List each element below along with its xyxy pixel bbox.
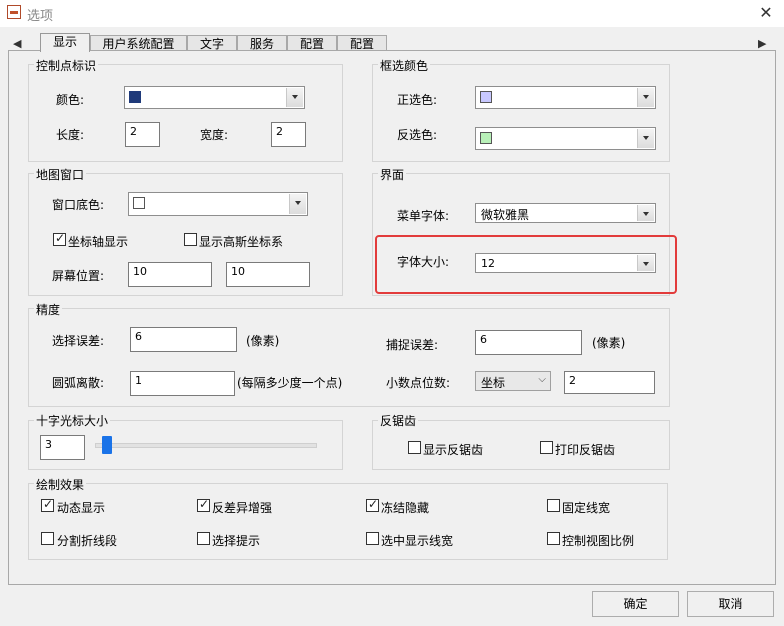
show-selected-linewidth-checkbox[interactable] xyxy=(366,532,379,545)
freeze-hide-checkbox[interactable] xyxy=(366,497,379,512)
selection-color-title: 框选颜色 xyxy=(378,57,431,74)
control-points-group xyxy=(28,64,343,162)
axis-display-label: 坐标轴显示 xyxy=(68,235,129,249)
tab-config[interactable]: 配置 xyxy=(287,35,337,51)
forward-color-combo[interactable] xyxy=(475,86,656,109)
menu-font-value: 微软雅黑 xyxy=(481,208,530,222)
tab-display[interactable]: 显示 xyxy=(40,33,90,52)
arc-discrete-label: 圆弧离散: xyxy=(52,376,105,390)
reverse-color-swatch xyxy=(480,132,492,144)
length-label: 长度: xyxy=(56,128,85,142)
tab-config-2[interactable]: 配置 xyxy=(337,35,387,51)
reverse-color-combo[interactable] xyxy=(475,127,656,150)
gauss-display-label: 显示高斯坐标系 xyxy=(199,235,284,249)
font-size-label: 字体大小: xyxy=(397,255,450,269)
contrast-enhance-label: 反差异增强 xyxy=(212,501,273,515)
ok-button[interactable]: 确定 xyxy=(592,591,679,617)
screen-x-input[interactable]: 10 xyxy=(128,262,212,287)
length-input[interactable]: 2 xyxy=(125,122,160,147)
precision-title: 精度 xyxy=(34,301,63,318)
chevron-down-icon[interactable] xyxy=(637,205,654,221)
control-view-scale-checkbox[interactable] xyxy=(547,532,560,545)
forward-color-label: 正选色: xyxy=(397,93,438,107)
color-label: 颜色: xyxy=(56,93,85,107)
crosshair-size-input[interactable]: 3 xyxy=(40,435,85,460)
chevron-down-icon[interactable] xyxy=(637,255,654,271)
select-hint-checkbox[interactable] xyxy=(197,532,210,545)
font-size-value: 12 xyxy=(481,257,495,270)
window-title: 选项 xyxy=(27,9,54,24)
dynamic-display-checkbox[interactable] xyxy=(41,497,54,512)
app-icon xyxy=(7,5,21,19)
title-bar: 选项 ✕ xyxy=(0,0,784,27)
show-selected-linewidth-label: 选中显示线宽 xyxy=(381,534,454,548)
tab-text[interactable]: 文字 xyxy=(187,35,237,51)
forward-color-swatch xyxy=(480,91,492,103)
crosshair-slider-thumb[interactable] xyxy=(102,436,112,454)
snap-tolerance-label: 捕捉误差: xyxy=(386,338,439,352)
dynamic-display-label: 动态显示 xyxy=(57,501,106,515)
decimals-label: 小数点位数: xyxy=(386,376,451,390)
reverse-color-label: 反选色: xyxy=(397,128,438,142)
control-view-scale-label: 控制视图比例 xyxy=(562,534,635,548)
arc-discrete-input[interactable]: 1 xyxy=(130,371,235,396)
window-bg-label: 窗口底色: xyxy=(52,198,105,212)
display-antialias-checkbox[interactable] xyxy=(408,441,421,454)
contrast-enhance-checkbox[interactable] xyxy=(197,497,210,512)
select-tolerance-input[interactable]: 6 xyxy=(130,327,237,352)
close-button[interactable]: ✕ xyxy=(752,2,780,24)
tab-user-system-config[interactable]: 用户系统配置 xyxy=(90,35,187,51)
decimals-mode-combo[interactable]: 坐标 ⌵ xyxy=(475,371,551,391)
menu-font-combo[interactable]: 微软雅黑 xyxy=(475,203,656,223)
window-bg-swatch xyxy=(133,197,145,209)
print-antialias-label: 打印反锯齿 xyxy=(555,443,616,457)
split-polyline-checkbox[interactable] xyxy=(41,532,54,545)
chevron-down-icon[interactable] xyxy=(637,88,654,107)
menu-font-label: 菜单字体: xyxy=(397,209,450,223)
antialias-title: 反锯齿 xyxy=(378,412,419,429)
arc-discrete-unit: (每隔多少度一个点) xyxy=(237,376,343,390)
control-points-title: 控制点标识 xyxy=(34,57,99,74)
snap-tolerance-input[interactable]: 6 xyxy=(475,330,582,355)
snap-tolerance-unit: (像素) xyxy=(592,336,626,350)
chevron-down-icon: ⌵ xyxy=(538,374,546,385)
draw-effects-title: 绘制效果 xyxy=(34,476,87,493)
split-polyline-label: 分割折线段 xyxy=(57,534,118,548)
tab-services[interactable]: 服务 xyxy=(237,35,287,51)
gauss-display-checkbox[interactable] xyxy=(184,233,197,246)
font-size-combo[interactable]: 12 xyxy=(475,253,656,273)
color-combo[interactable] xyxy=(124,86,305,109)
window-bg-combo[interactable] xyxy=(128,192,308,216)
interface-title: 界面 xyxy=(378,166,407,183)
axis-display-checkbox[interactable] xyxy=(53,231,66,246)
print-antialias-checkbox[interactable] xyxy=(540,441,553,454)
select-tolerance-label: 选择误差: xyxy=(52,334,105,348)
chevron-down-icon[interactable] xyxy=(637,129,654,148)
crosshair-title: 十字光标大小 xyxy=(34,412,111,429)
decimals-input[interactable]: 2 xyxy=(564,371,655,394)
tab-scroll-right-icon[interactable]: ▶ xyxy=(758,37,766,50)
width-label: 宽度: xyxy=(200,128,229,142)
crosshair-slider-track[interactable] xyxy=(95,443,317,448)
select-hint-label: 选择提示 xyxy=(212,534,261,548)
screen-y-input[interactable]: 10 xyxy=(226,262,310,287)
decimals-mode-value: 坐标 xyxy=(481,376,506,390)
map-window-title: 地图窗口 xyxy=(34,166,87,183)
fixed-linewidth-label: 固定线宽 xyxy=(562,501,611,515)
fixed-linewidth-checkbox[interactable] xyxy=(547,499,560,512)
color-swatch xyxy=(129,91,141,103)
select-tolerance-unit: (像素) xyxy=(246,334,280,348)
display-antialias-label: 显示反锯齿 xyxy=(423,443,484,457)
chevron-down-icon[interactable] xyxy=(286,88,303,107)
screen-position-label: 屏幕位置: xyxy=(52,269,105,283)
cancel-button[interactable]: 取消 xyxy=(687,591,774,617)
width-input[interactable]: 2 xyxy=(271,122,306,147)
chevron-down-icon[interactable] xyxy=(289,194,306,214)
tab-scroll-left-icon[interactable]: ◀ xyxy=(13,37,21,50)
freeze-hide-label: 冻结隐藏 xyxy=(381,501,430,515)
